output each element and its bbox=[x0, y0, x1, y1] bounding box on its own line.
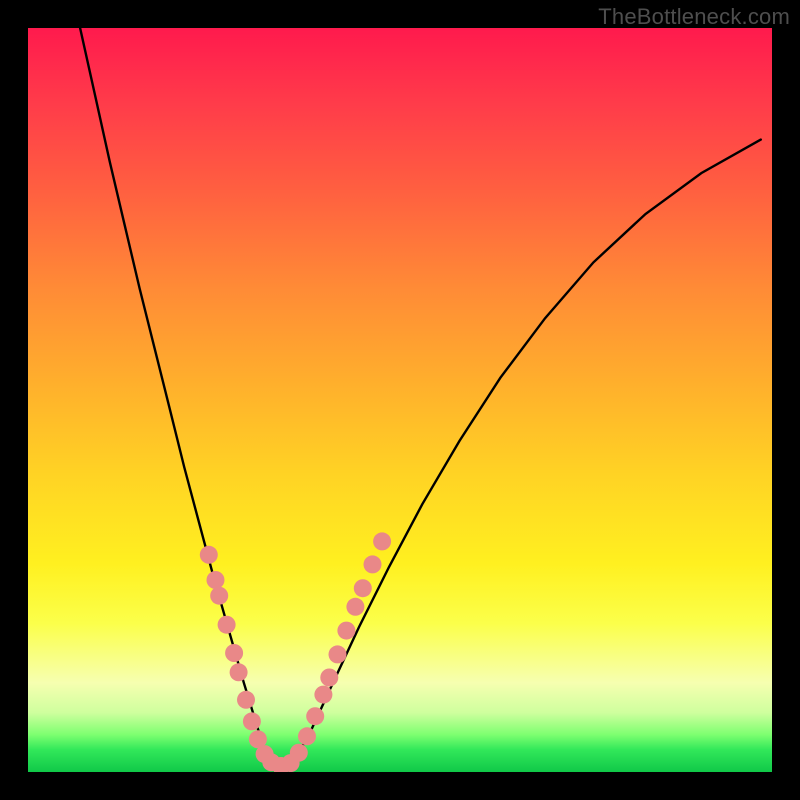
data-marker bbox=[200, 546, 218, 564]
data-marker bbox=[306, 707, 324, 725]
marker-group bbox=[200, 532, 391, 772]
curve-right-branch bbox=[292, 140, 761, 765]
data-marker bbox=[320, 669, 338, 687]
data-marker bbox=[230, 663, 248, 681]
data-marker bbox=[207, 571, 225, 589]
data-marker bbox=[373, 532, 391, 550]
data-marker bbox=[364, 555, 382, 573]
data-marker bbox=[298, 727, 316, 745]
data-marker bbox=[290, 744, 308, 762]
data-marker bbox=[346, 598, 364, 616]
data-marker bbox=[225, 644, 243, 662]
data-marker bbox=[314, 686, 332, 704]
curve-group bbox=[80, 28, 761, 768]
watermark-text: TheBottleneck.com bbox=[598, 4, 790, 30]
data-marker bbox=[243, 712, 261, 730]
data-marker bbox=[237, 691, 255, 709]
data-marker bbox=[337, 622, 355, 640]
data-marker bbox=[354, 579, 372, 597]
data-marker bbox=[329, 645, 347, 663]
chart-frame: TheBottleneck.com bbox=[0, 0, 800, 800]
data-marker bbox=[210, 587, 228, 605]
plot-area bbox=[28, 28, 772, 772]
data-marker bbox=[218, 616, 236, 634]
chart-svg bbox=[28, 28, 772, 772]
